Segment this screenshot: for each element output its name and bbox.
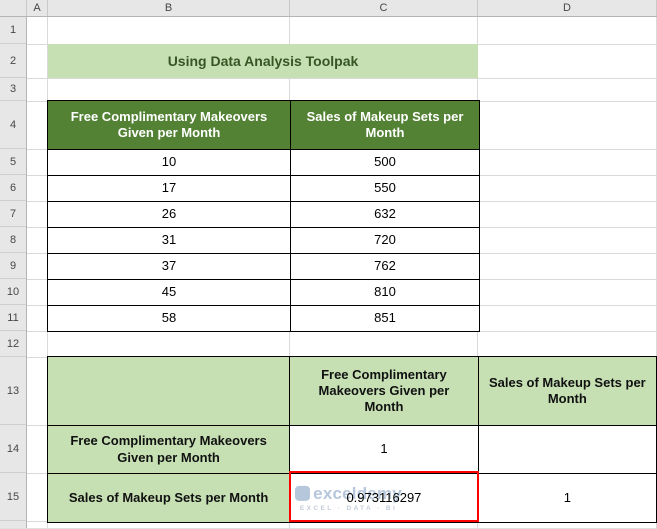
row-header-10[interactable]: 10 xyxy=(0,279,26,305)
cell-B5[interactable]: 10 xyxy=(47,149,291,176)
table-row: 37 762 xyxy=(47,253,480,280)
row-header-9[interactable]: 9 xyxy=(0,253,26,279)
cell-C13[interactable]: Free Complimentary Makeovers Given per M… xyxy=(289,356,479,426)
column-header-a[interactable]: A xyxy=(27,0,48,16)
row-header-13[interactable]: 13 xyxy=(0,357,26,425)
cell-B14[interactable]: Free Complimentary Makeovers Given per M… xyxy=(46,425,291,474)
row-header-2[interactable]: 2 xyxy=(0,44,26,78)
cell-B15[interactable]: Sales of Makeup Sets per Month xyxy=(46,473,291,523)
exceldemy-logo-icon xyxy=(295,485,311,501)
row-header-1[interactable]: 1 xyxy=(0,17,26,44)
cell-B13[interactable] xyxy=(46,356,291,426)
table-row: 10 500 xyxy=(47,149,480,176)
column-header-strip: A B C D xyxy=(0,0,657,17)
select-all-corner[interactable] xyxy=(0,0,27,16)
column-header-b[interactable]: B xyxy=(48,0,290,16)
cell-B10[interactable]: 45 xyxy=(47,279,291,306)
column-header-c[interactable]: C xyxy=(290,0,478,16)
table-row: Free Complimentary Makeovers Given per M… xyxy=(46,356,657,426)
excel-sheet: A B C D 1 2 3 4 5 6 7 8 9 10 11 12 13 14… xyxy=(0,0,657,529)
cell-C4[interactable]: Sales of Makeup Sets per Month xyxy=(290,100,480,150)
cell-C11[interactable]: 851 xyxy=(290,305,480,332)
row-header-15[interactable]: 15 xyxy=(0,473,26,521)
cell-C14[interactable]: 1 xyxy=(289,425,479,474)
row-header-11[interactable]: 11 xyxy=(0,305,26,331)
row-header-strip: 1 2 3 4 5 6 7 8 9 10 11 12 13 14 15 xyxy=(0,17,27,528)
correlation-value: 0.973116297 xyxy=(346,489,422,505)
table-row: 45 810 xyxy=(47,279,480,306)
cell-C9[interactable]: 762 xyxy=(290,253,480,280)
row-header-4[interactable]: 4 xyxy=(0,101,26,149)
table-row: 17 550 xyxy=(47,175,480,202)
title-banner-cell[interactable]: Using Data Analysis Toolpak xyxy=(48,44,478,78)
cell-B11[interactable]: 58 xyxy=(47,305,291,332)
row-header-7[interactable]: 7 xyxy=(0,201,26,227)
correlation-table: Free Complimentary Makeovers Given per M… xyxy=(46,356,657,523)
cell-B8[interactable]: 31 xyxy=(47,227,291,254)
row-header-12[interactable]: 12 xyxy=(0,331,26,357)
cell-C10[interactable]: 810 xyxy=(290,279,480,306)
column-header-d[interactable]: D xyxy=(478,0,657,16)
data-table: Free Complimentary Makeovers Given per M… xyxy=(47,100,480,332)
table-row: 58 851 xyxy=(47,305,480,332)
cell-D13[interactable]: Sales of Makeup Sets per Month xyxy=(477,356,657,426)
cell-C7[interactable]: 632 xyxy=(290,201,480,228)
table-row: 26 632 xyxy=(47,201,480,228)
table-row: 31 720 xyxy=(47,227,480,254)
cell-D14[interactable] xyxy=(477,425,657,474)
row-header-14[interactable]: 14 xyxy=(0,425,26,473)
cell-B9[interactable]: 37 xyxy=(47,253,291,280)
table-row: Sales of Makeup Sets per Month exceldemy… xyxy=(46,473,657,523)
cell-C6[interactable]: 550 xyxy=(290,175,480,202)
cell-B4[interactable]: Free Complimentary Makeovers Given per M… xyxy=(47,100,291,150)
row-header-5[interactable]: 5 xyxy=(0,149,26,175)
row-header-3[interactable]: 3 xyxy=(0,78,26,101)
cell-D15[interactable]: 1 xyxy=(477,473,657,523)
cell-B6[interactable]: 17 xyxy=(47,175,291,202)
row-header-8[interactable]: 8 xyxy=(0,227,26,253)
cell-C8[interactable]: 720 xyxy=(290,227,480,254)
banner-title: Using Data Analysis Toolpak xyxy=(167,53,359,69)
cell-B7[interactable]: 26 xyxy=(47,201,291,228)
cell-C5[interactable]: 500 xyxy=(290,149,480,176)
cell-C15[interactable]: exceldemy EXCEL · DATA · BI 0.973116297 xyxy=(289,473,479,523)
row-header-6[interactable]: 6 xyxy=(0,175,26,201)
watermark-tagline: EXCEL · DATA · BI xyxy=(299,505,398,513)
table-row: Free Complimentary Makeovers Given per M… xyxy=(46,425,657,474)
